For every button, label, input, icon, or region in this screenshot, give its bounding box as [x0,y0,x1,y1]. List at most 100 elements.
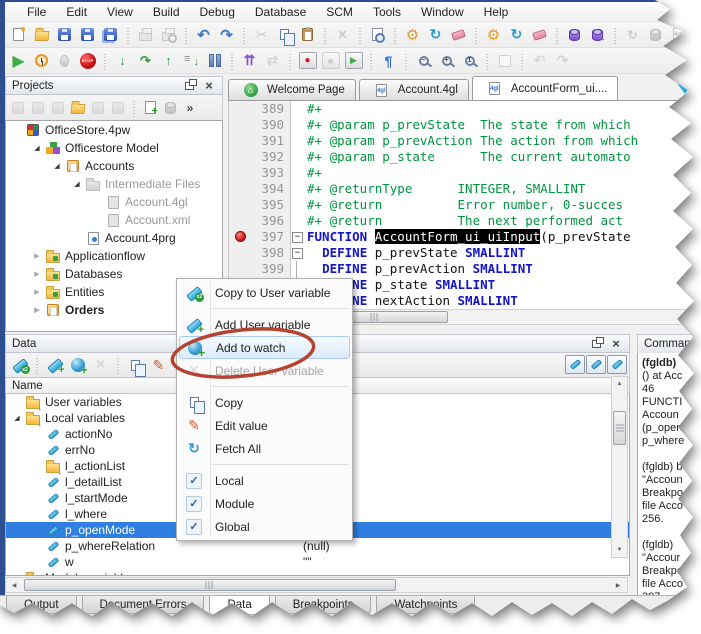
breakpoint-margin[interactable] [229,149,253,165]
close-panel-icon[interactable]: × [202,79,216,93]
breakpoint-margin[interactable] [229,261,253,277]
breakpoint-margin[interactable] [229,101,253,117]
breakpoint-margin[interactable] [229,165,253,181]
copy-icon[interactable] [273,24,296,46]
open-icon[interactable] [30,24,53,46]
zoom-in-icon[interactable]: + [435,50,458,72]
db-import-icon[interactable] [586,24,609,46]
tree-item-applicationflow[interactable]: ▶Applicationflow [6,247,222,265]
pause-icon[interactable] [203,50,226,72]
scroll-up-icon[interactable]: ▲ [612,377,627,391]
tree-item-account-4prg[interactable]: Account.4prg [6,229,222,247]
page-add-icon[interactable] [140,97,160,119]
menu-item-local[interactable]: ✓Local [177,469,352,492]
save-icon[interactable] [53,24,76,46]
menu-item-copy[interactable]: Copy [177,391,352,414]
data-row-module-variables[interactable]: ▶Module variables [6,570,629,576]
breakpoint-margin[interactable] [229,213,253,229]
menu-item-fetch-all[interactable]: ↻Fetch All [177,437,352,460]
menu-item-add-to-watch[interactable]: Add to watch [179,336,350,359]
tab-list-dropdown-icon[interactable] [677,83,693,94]
step-out-icon[interactable]: ↑ [157,50,180,72]
tree-item-officestore-model[interactable]: ◢Officestore Model [6,139,222,157]
menu-scm[interactable]: SCM [316,3,363,21]
collapse-icon[interactable]: ◢ [70,180,84,188]
run-icon[interactable]: ▶ [7,50,30,72]
copy-icon[interactable] [124,354,147,376]
menu-window[interactable]: Window [411,3,474,21]
float-panel-icon[interactable] [182,79,196,93]
refresh-icon[interactable]: ↻ [505,24,528,46]
bottom-tab-watchpoints[interactable]: Watchpoints [376,596,475,614]
menu-tools[interactable]: Tools [363,3,411,21]
close-panel-icon[interactable]: × [609,337,623,351]
resume-icon[interactable]: ▶ [342,50,365,72]
data-row-w[interactable]: w"" [6,554,629,570]
menu-item-edit-value[interactable]: ✎Edit value [177,414,352,437]
paste-icon[interactable] [296,24,319,46]
zoom-one-icon[interactable]: 1 [458,50,481,72]
save-all-icon[interactable] [99,24,122,46]
new-file-icon[interactable] [7,24,30,46]
refresh-icon[interactable]: ↻ [424,24,447,46]
data-vscrollbar-thumb[interactable] [613,411,626,445]
collapse-icon[interactable]: ◢ [50,162,64,170]
gear-icon[interactable]: ⚙ [401,24,424,46]
breakpoint-icon[interactable] [235,231,246,242]
data-hscrollbar[interactable]: ◀ ▶ [5,577,628,593]
menu-database[interactable]: Database [245,3,316,21]
gear-icon[interactable]: ⚙ [482,24,505,46]
step-into-icon[interactable]: ↓ [111,50,134,72]
tab-welcome-page[interactable]: ⌂Welcome Page [228,79,356,100]
bottom-tab-breakpoints[interactable]: Breakpoints [275,596,372,614]
eraser-icon[interactable] [447,24,470,46]
tree-item-account-4gl[interactable]: Account.4gl [6,193,222,211]
float-panel-icon[interactable] [589,337,603,351]
tree-item-intermediate-files[interactable]: ◢Intermediate Files [6,175,222,193]
collapse-icon[interactable]: ◢ [10,414,24,422]
run-to-line-icon[interactable]: ↓ [180,50,203,72]
menu-item-add-user-variable[interactable]: Add User variable [177,313,352,336]
tree-item-officestore-4pw[interactable]: OfficeStore.4pw [6,121,222,139]
menu-item-global[interactable]: ✓Global [177,515,352,538]
zoom-out-icon[interactable]: − [412,50,435,72]
db-new-icon[interactable] [563,24,586,46]
menu-debug[interactable]: Debug [190,3,245,21]
menu-item-copy-to-user-variable[interactable]: Copy to User variable [177,281,352,304]
expand-icon[interactable]: ▶ [10,574,24,576]
pencil-icon[interactable]: ✎ [147,354,170,376]
bottom-tab-output[interactable]: Output [6,596,77,614]
watch-plus-icon[interactable] [66,354,89,376]
tree-item-account-xml[interactable]: Account.xml [6,211,222,229]
data-vscrollbar[interactable]: ▲ ▼ [611,376,628,558]
menu-edit[interactable]: Edit [56,3,97,21]
breakpoint-margin[interactable] [229,117,253,133]
scroll-down-icon[interactable]: ▼ [612,543,627,557]
bottom-tab-document-errors[interactable]: Document Errors [82,596,205,614]
redo-icon[interactable]: ↷ [215,24,238,46]
fold-collapse-icon[interactable] [291,229,304,245]
set-next-icon[interactable]: ⇈ [238,50,261,72]
breakpoint-margin[interactable] [229,181,253,197]
eraser-icon[interactable] [528,24,551,46]
tab-account-4gl[interactable]: Account.4gl [359,79,469,100]
expand-icon[interactable]: ▶ [30,252,44,260]
pencil-button-2[interactable] [586,355,606,374]
fold-collapse-icon[interactable] [291,245,304,261]
open-icon[interactable] [68,97,88,119]
breakpoint-margin[interactable] [229,245,253,261]
expand-icon[interactable]: ▶ [30,288,44,296]
schedule-icon[interactable] [30,50,53,72]
expand-icon[interactable]: ▶ [30,306,44,314]
expand-icon[interactable]: ▶ [30,270,44,278]
search-files-icon[interactable] [366,24,389,46]
pencil-button-1[interactable] [565,355,585,374]
collapse-icon[interactable]: ◢ [30,144,44,152]
pilcrow-icon[interactable]: ¶ [377,50,400,72]
undo-icon[interactable]: ↶ [192,24,215,46]
overflow-icon[interactable]: » [180,97,200,119]
tag-x2-icon[interactable] [8,354,31,376]
scroll-right-icon[interactable]: ▶ [610,578,626,592]
bottom-tab-data[interactable]: Data [209,596,269,615]
scroll-left-icon[interactable]: ◀ [6,578,22,592]
